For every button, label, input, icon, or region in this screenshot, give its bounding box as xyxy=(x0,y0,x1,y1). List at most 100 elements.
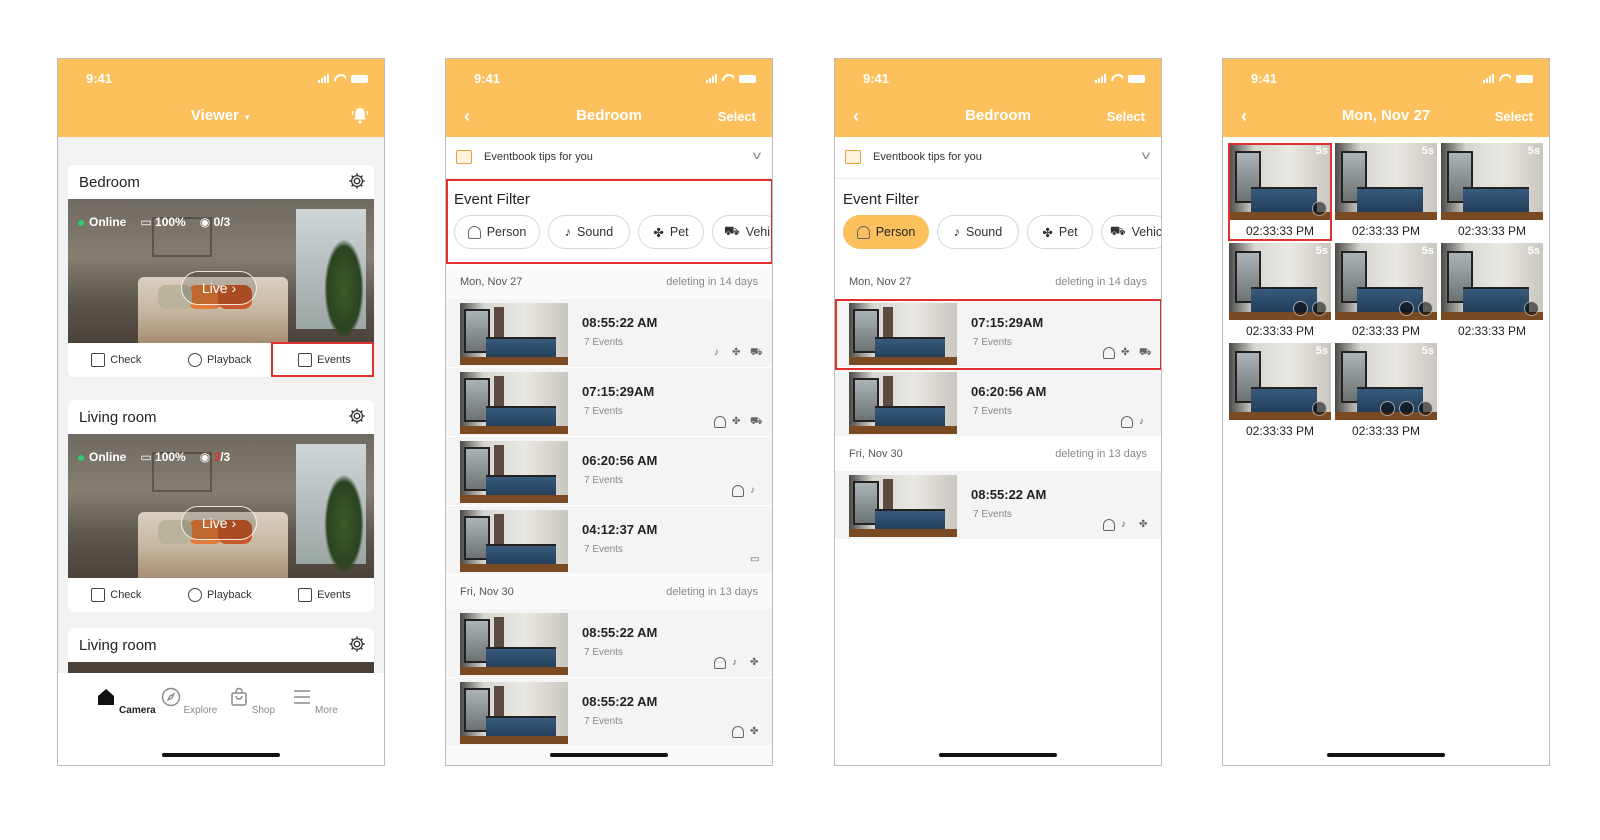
live-button[interactable]: Live › xyxy=(181,506,257,540)
gear-icon[interactable] xyxy=(348,635,366,653)
gear-icon[interactable] xyxy=(348,407,366,425)
tab-explore[interactable]: Explore xyxy=(159,687,219,716)
folder-icon xyxy=(845,150,861,164)
sound-icon: ♪ xyxy=(750,485,755,496)
event-list: Mon, Nov 27 deleting in 14 days 08:55:22… xyxy=(446,265,772,765)
event-row[interactable]: 08:55:22 AM 7 Events ♪ ✤ xyxy=(835,471,1161,540)
sound-icon: ♪ xyxy=(1121,519,1126,530)
clips-grid-screen: 9:41 ‹ Mon, Nov 27 Select 5s 02:33:33 PM… xyxy=(1222,58,1550,766)
clip-cell[interactable]: 5s 02:33:33 PM xyxy=(1229,343,1331,438)
date-header: Fri, Nov 30 deleting in 13 days xyxy=(460,586,758,598)
chevron-down-icon: v xyxy=(752,148,762,162)
battery-icon xyxy=(351,75,368,83)
event-type-icons: ✤ xyxy=(732,726,762,738)
clip-cell[interactable]: 5s 02:33:33 PM xyxy=(1335,343,1437,438)
viewer-dropdown[interactable]: Viewer ▼ xyxy=(58,107,384,124)
tab-camera[interactable]: Camera xyxy=(96,687,156,716)
select-button[interactable]: Select xyxy=(718,109,756,124)
card-header: Living room xyxy=(68,628,374,662)
bell-icon[interactable] xyxy=(352,107,368,124)
person-icon xyxy=(856,225,870,239)
events-list-screen: 9:41 ‹ Bedroom Select Eventbook tips for… xyxy=(445,58,773,766)
check-button[interactable]: Check xyxy=(91,588,141,602)
home-indicator xyxy=(939,753,1057,757)
filter-sound[interactable]: ♪ Sound xyxy=(937,215,1019,249)
sound-icon: ♪ xyxy=(714,347,719,358)
filter-pet[interactable]: ✤ Pet xyxy=(1027,215,1093,249)
bottom-tab-bar: Camera Explore Shop More xyxy=(58,673,384,765)
event-type-icons: ♪ xyxy=(1121,416,1151,428)
home-indicator xyxy=(1327,753,1445,757)
person-icon xyxy=(732,485,744,497)
playback-button[interactable]: Playback xyxy=(187,588,252,602)
clip-thumbnail: 5s xyxy=(1335,143,1437,220)
event-row-highlight xyxy=(835,299,1161,370)
camera-preview[interactable]: Online ▭ 100% ◉ 0/3 Live › xyxy=(68,199,374,343)
car-icon: ⛟ xyxy=(750,347,763,358)
page-title: Viewer xyxy=(190,107,239,124)
status-icons xyxy=(706,74,756,83)
top-bar: 9:41 ‹ Bedroom Select xyxy=(835,59,1161,137)
car-icon: ⛟ xyxy=(1109,224,1126,238)
car-icon xyxy=(1524,301,1539,316)
home-icon xyxy=(98,689,115,705)
status-icons xyxy=(1095,74,1145,83)
home-indicator xyxy=(162,753,280,757)
signal-icon xyxy=(706,74,717,83)
battery-icon xyxy=(1516,75,1533,83)
clip-thumbnail: 5s xyxy=(1441,243,1543,320)
filter-vehicle[interactable]: ⛟ Vehic xyxy=(1101,215,1161,249)
tab-shop[interactable]: Shop xyxy=(222,687,282,716)
camera-name: Bedroom xyxy=(79,174,140,191)
select-button[interactable]: Select xyxy=(1495,109,1533,124)
top-bar: 9:41 Viewer ▼ xyxy=(58,59,384,137)
car-icon xyxy=(1312,401,1327,416)
filter-title: Event Filter xyxy=(843,191,919,208)
live-button[interactable]: Live › xyxy=(181,271,257,305)
event-row[interactable]: 08:55:22 AM 7 Events ✤ xyxy=(446,678,772,747)
clip-cell[interactable]: 5s 02:33:33 PM xyxy=(1441,243,1543,338)
status-time: 9:41 xyxy=(863,71,890,86)
event-thumbnail xyxy=(849,372,957,434)
check-button[interactable]: Check xyxy=(91,353,141,367)
wifi-icon xyxy=(1111,74,1123,83)
signal-icon xyxy=(1095,74,1106,83)
event-row[interactable]: 08:55:22 AM 7 Events ♪ ✤ xyxy=(446,609,772,678)
person-icon xyxy=(1121,416,1133,428)
person-icon xyxy=(1380,401,1395,416)
clip-cell[interactable]: 5s 02:33:33 PM xyxy=(1229,243,1331,338)
select-button[interactable]: Select xyxy=(1107,109,1145,124)
event-row[interactable]: 07:15:29AM 7 Events ✤ ⛟ xyxy=(446,368,772,437)
viewer-screen: 9:41 Viewer ▼ Bedroom Online ▭ 100% ◉ 0/… xyxy=(57,58,385,766)
playback-icon xyxy=(187,588,202,602)
event-row[interactable]: 06:20:56 AM 7 Events ♪ xyxy=(835,368,1161,437)
clip-cell[interactable]: 5s 02:33:33 PM xyxy=(1335,243,1437,338)
eventbook-tips[interactable]: Eventbook tips for you v xyxy=(835,137,1161,179)
status-time: 9:41 xyxy=(474,71,501,86)
camera-name: Living room xyxy=(79,409,157,426)
status-icons xyxy=(318,74,368,83)
sound-icon: ♪ xyxy=(732,657,737,668)
filter-person[interactable]: Person xyxy=(843,215,929,249)
playback-button[interactable]: Playback xyxy=(187,353,252,367)
clip-cell[interactable]: 5s 02:33:33 PM xyxy=(1335,143,1437,238)
clip-thumbnail: 5s xyxy=(1335,343,1437,420)
tips-label: Eventbook tips for you xyxy=(484,151,593,163)
status-bar: 9:41 xyxy=(1223,71,1549,87)
event-row[interactable]: 06:20:56 AM 7 Events ♪ xyxy=(446,437,772,506)
gear-icon[interactable] xyxy=(348,172,366,190)
car-icon xyxy=(1312,301,1327,316)
clip-cell[interactable]: 5s 02:33:33 PM xyxy=(1441,143,1543,238)
top-bar: 9:41 ‹ Mon, Nov 27 Select xyxy=(1223,59,1549,137)
tab-more[interactable]: More xyxy=(285,687,345,716)
event-row[interactable]: 04:12:37 AM 7 Events ▭ xyxy=(446,506,772,575)
event-row[interactable]: 08:55:22 AM 7 Events ♪ ✤ ⛟ xyxy=(446,299,772,368)
battery-status: ▭ 100% xyxy=(140,450,186,464)
chevron-down-icon: v xyxy=(1141,148,1151,162)
eventbook-tips[interactable]: Eventbook tips for you v xyxy=(446,137,772,179)
events-button[interactable]: Events xyxy=(298,588,351,602)
camera-preview[interactable]: Online ▭ 100% ◉ 3/3 Live › xyxy=(68,434,374,578)
folder-icon xyxy=(456,150,472,164)
card-header: Living room xyxy=(68,400,374,434)
event-thumbnail xyxy=(460,682,568,744)
